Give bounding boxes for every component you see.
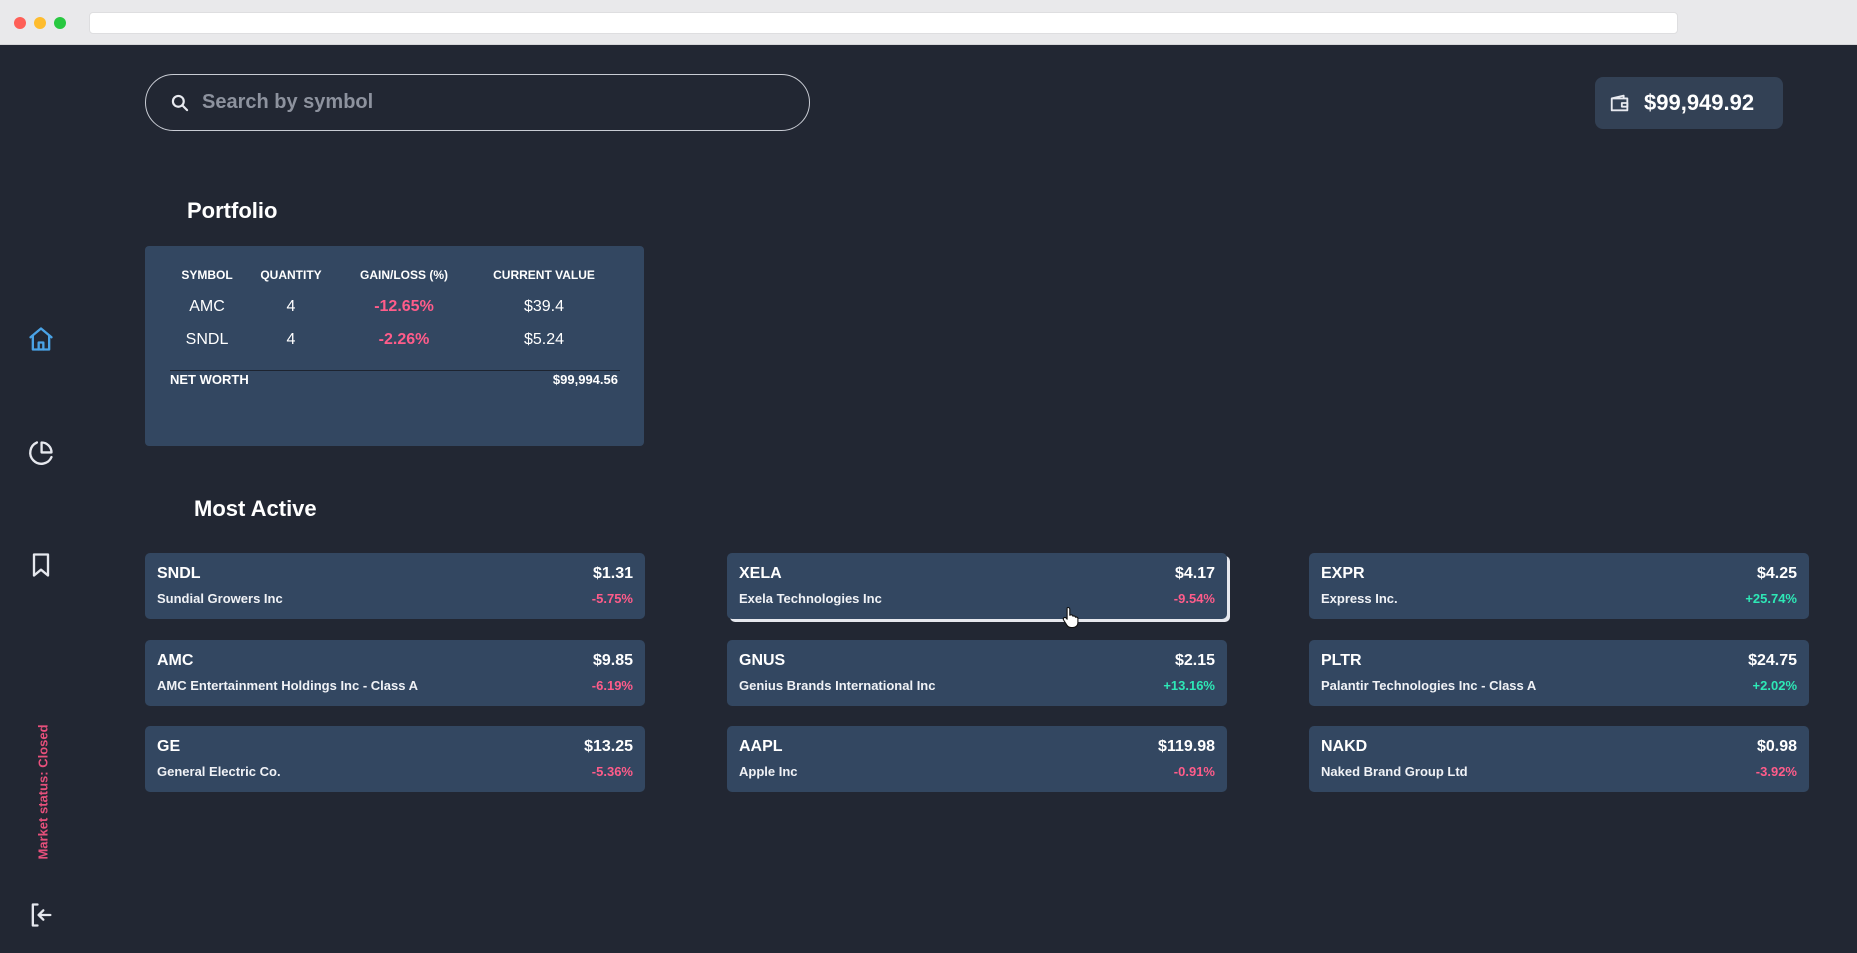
pie-chart-icon bbox=[29, 441, 53, 465]
stock-price: $0.98 bbox=[1756, 738, 1797, 755]
stock-change: +13.16% bbox=[1163, 678, 1215, 693]
stock-price: $4.17 bbox=[1174, 565, 1215, 582]
portfolio-table: SYMBOL QUANTITY GAIN/LOSS (%) CURRENT VA… bbox=[145, 246, 644, 446]
column-header-current-value: CURRENT VALUE bbox=[493, 268, 595, 282]
stock-card-ge[interactable]: GE General Electric Co. $13.25 -5.36% bbox=[145, 726, 645, 792]
stock-card-expr[interactable]: EXPR Express Inc. $4.25 +25.74% bbox=[1309, 553, 1809, 619]
stock-symbol: GE bbox=[157, 738, 181, 755]
browser-chrome bbox=[0, 0, 1857, 45]
stock-symbol: AAPL bbox=[739, 738, 783, 755]
stock-symbol: GNUS bbox=[739, 652, 786, 669]
stock-change: -6.19% bbox=[591, 678, 633, 693]
stock-change: -0.91% bbox=[1173, 764, 1215, 779]
sidebar-item-portfolio-chart[interactable] bbox=[24, 436, 58, 470]
stock-name: Express Inc. bbox=[1321, 591, 1398, 606]
logout-button[interactable] bbox=[24, 898, 58, 932]
portfolio-row-gain-loss: -12.65% bbox=[374, 298, 434, 315]
sidebar-item-watchlist[interactable] bbox=[24, 548, 58, 582]
stock-change: +2.02% bbox=[1752, 678, 1797, 693]
stock-price: $4.25 bbox=[1756, 565, 1797, 582]
wallet-icon bbox=[1610, 94, 1629, 112]
stock-symbol: SNDL bbox=[157, 565, 201, 582]
portfolio-row-quantity: 4 bbox=[286, 298, 296, 315]
stock-card-aapl[interactable]: AAPL Apple Inc $119.98 -0.91% bbox=[727, 726, 1227, 792]
stock-name: Genius Brands International Inc bbox=[739, 678, 936, 693]
market-status: Market status: Closed bbox=[35, 724, 51, 860]
search-input[interactable] bbox=[202, 82, 809, 123]
sidebar-item-home[interactable] bbox=[24, 322, 58, 356]
net-worth-value: $99,994.56 bbox=[552, 372, 618, 387]
sidebar: Market status: Closed bbox=[0, 45, 82, 953]
most-active-title: Most Active bbox=[194, 496, 317, 521]
stock-symbol: NAKD bbox=[1321, 738, 1368, 755]
window-close-button[interactable] bbox=[14, 17, 26, 29]
stock-card-xela[interactable]: XELA Exela Technologies Inc $4.17 -9.54% bbox=[727, 553, 1227, 619]
stock-change: +25.74% bbox=[1745, 591, 1797, 606]
stock-price: $2.15 bbox=[1174, 652, 1215, 669]
stock-symbol: AMC bbox=[157, 652, 194, 669]
stock-card-nakd[interactable]: NAKD Naked Brand Group Ltd $0.98 -3.92% bbox=[1309, 726, 1809, 792]
stock-change: -5.75% bbox=[591, 591, 633, 606]
stock-name: Sundial Growers Inc bbox=[157, 591, 283, 606]
portfolio-row-quantity: 4 bbox=[286, 331, 296, 348]
stock-change: -3.92% bbox=[1755, 764, 1797, 779]
stock-symbol: EXPR bbox=[1321, 565, 1365, 582]
wallet-balance-value: $99,949.92 bbox=[1644, 90, 1755, 115]
portfolio-row-gain-loss: -2.26% bbox=[378, 331, 430, 348]
stock-change: -5.36% bbox=[591, 764, 633, 779]
stock-symbol: XELA bbox=[739, 565, 782, 582]
portfolio-row-current-value: $39.4 bbox=[523, 298, 565, 315]
logout-icon bbox=[31, 903, 52, 927]
stock-name: General Electric Co. bbox=[157, 764, 281, 779]
stock-name: Palantir Technologies Inc - Class A bbox=[1321, 678, 1537, 693]
net-worth-label: NET WORTH bbox=[170, 372, 249, 387]
stock-symbol: PLTR bbox=[1321, 652, 1362, 669]
search-bar bbox=[145, 74, 810, 131]
stock-card-gnus[interactable]: GNUS Genius Brands International Inc $2.… bbox=[727, 640, 1227, 706]
portfolio-divider bbox=[170, 370, 620, 371]
home-icon bbox=[29, 327, 53, 351]
window-minimize-button[interactable] bbox=[34, 17, 46, 29]
stock-name: AMC Entertainment Holdings Inc - Class A bbox=[157, 678, 418, 693]
stock-card-pltr[interactable]: PLTR Palantir Technologies Inc - Class A… bbox=[1309, 640, 1809, 706]
bookmark-icon bbox=[32, 553, 50, 577]
stock-card-sndl[interactable]: SNDL Sundial Growers Inc $1.31 -5.75% bbox=[145, 553, 645, 619]
window-zoom-button[interactable] bbox=[54, 17, 66, 29]
stock-price: $24.75 bbox=[1748, 652, 1797, 669]
stock-card-amc[interactable]: AMC AMC Entertainment Holdings Inc - Cla… bbox=[145, 640, 645, 706]
column-header-quantity: QUANTITY bbox=[260, 268, 322, 282]
column-header-gain-loss: GAIN/LOSS (%) bbox=[359, 268, 448, 282]
app-root: Market status: Closed $99,949.92 Portfol… bbox=[0, 45, 1857, 953]
stock-price: $13.25 bbox=[584, 738, 633, 755]
portfolio-title: Portfolio bbox=[187, 198, 278, 223]
stock-change: -9.54% bbox=[1173, 591, 1215, 606]
address-bar[interactable] bbox=[89, 12, 1678, 34]
stock-name: Naked Brand Group Ltd bbox=[1321, 764, 1468, 779]
search-icon bbox=[171, 94, 189, 111]
stock-name: Exela Technologies Inc bbox=[739, 591, 882, 606]
stock-price: $9.85 bbox=[592, 652, 633, 669]
wallet-balance[interactable]: $99,949.92 bbox=[1595, 77, 1783, 129]
portfolio-row-current-value: $5.24 bbox=[523, 331, 565, 348]
stock-price: $1.31 bbox=[592, 565, 633, 582]
stock-name: Apple Inc bbox=[739, 764, 798, 779]
stock-price: $119.98 bbox=[1158, 738, 1215, 755]
